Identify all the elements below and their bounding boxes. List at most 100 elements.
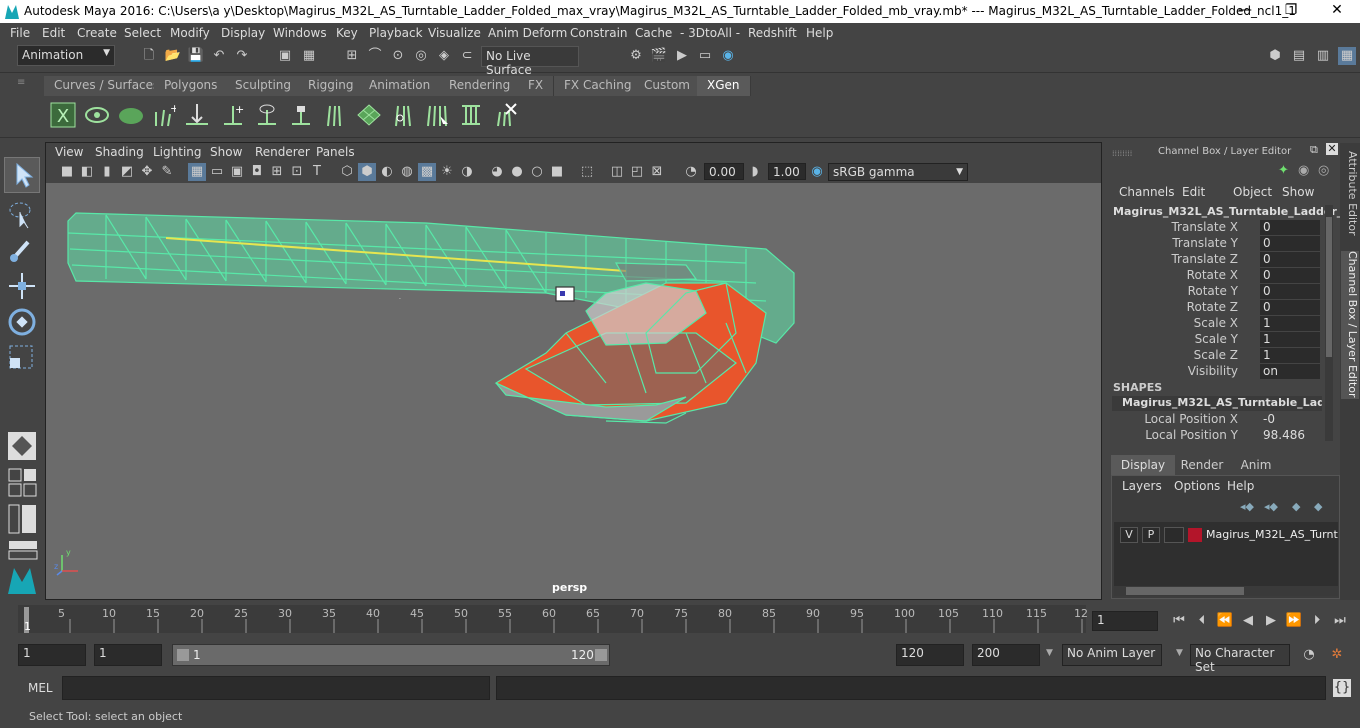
textured-icon[interactable]: ▩ [418, 163, 436, 181]
scale-tool-icon[interactable] [6, 342, 38, 374]
maximize-button[interactable]: ❐ [1268, 2, 1314, 18]
depth-of-field-icon[interactable]: ■ [548, 163, 566, 181]
render-frame-icon[interactable]: 🎬 [650, 47, 668, 65]
tab-sculpting[interactable]: Sculpting [225, 76, 303, 96]
auto-key-icon[interactable]: ◔ [1300, 646, 1318, 664]
image-plane-icon[interactable]: ◩ [118, 163, 136, 181]
move-tool-icon[interactable] [6, 270, 38, 302]
snap-view-icon[interactable]: ◎ [412, 47, 430, 65]
menu-cache[interactable]: Cache [635, 26, 672, 40]
2d-pan-icon[interactable]: ✥ [138, 163, 156, 181]
ladder-truck-model[interactable]: · [46, 183, 1101, 599]
scene-end-field[interactable]: 200 [972, 644, 1040, 666]
xray-icon[interactable]: ◍ [398, 163, 416, 181]
hypershade-icon[interactable]: ◉ [719, 47, 737, 65]
new-layer-icon[interactable]: ◆ [1292, 500, 1300, 513]
range-start-handle[interactable] [177, 649, 189, 661]
xgen-cut-icon[interactable] [390, 102, 416, 128]
xgen-guide-visibility-icon[interactable] [254, 102, 280, 128]
workspace-icon[interactable]: ⬢ [1266, 47, 1284, 65]
attr-scale-z[interactable]: Scale Z1 [1108, 348, 1322, 364]
screen-space-ao-icon[interactable]: ◕ [488, 163, 506, 181]
layer-tab-anim[interactable]: Anim [1229, 455, 1283, 475]
open-scene-icon[interactable]: 📂 [164, 47, 182, 65]
playback-end-field[interactable]: 120 [896, 644, 964, 666]
xgen-preview-icon[interactable] [84, 102, 110, 128]
menu-edit[interactable]: Edit [42, 26, 65, 40]
shelf-menu-icon[interactable]: ≡ [17, 77, 27, 95]
xgen-add-guide-icon[interactable]: + [150, 102, 176, 128]
tab-animation[interactable]: Animation [359, 76, 442, 96]
cb-menu-channels[interactable]: Channels [1119, 185, 1175, 199]
step-back-key-icon[interactable]: ⏪ [1216, 612, 1234, 630]
attr-rotate-x[interactable]: Rotate X0 [1108, 268, 1322, 284]
minimize-button[interactable]: — [1222, 2, 1268, 18]
layer-menu-layers[interactable]: Layers [1122, 479, 1162, 493]
close-button[interactable]: ✕ [1314, 2, 1360, 18]
xgen-clear-icon[interactable] [118, 102, 144, 128]
layer-hscrollbar[interactable] [1114, 586, 1338, 596]
manip-icon[interactable]: ✦ [1278, 163, 1289, 178]
camera-icon[interactable]: ■ [58, 163, 76, 181]
playback-start-field[interactable]: 1 [94, 644, 162, 666]
xgen-bake-guide-icon[interactable] [458, 102, 484, 128]
layer-playback-toggle[interactable]: P [1142, 527, 1160, 543]
gate-mask-icon[interactable]: ◘ [248, 163, 266, 181]
toggle-tool-settings-icon[interactable]: ▥ [1314, 47, 1332, 65]
xgen-editor-icon[interactable]: X [50, 102, 76, 128]
snap-point-icon[interactable]: ⊙ [389, 47, 407, 65]
menu-constrain[interactable]: Constrain [570, 26, 628, 40]
attr-scale-y[interactable]: Scale Y1 [1108, 332, 1322, 348]
smooth-shade-icon[interactable]: ⬢ [358, 163, 376, 181]
menu-create[interactable]: Create [77, 26, 117, 40]
chevron-down-icon[interactable]: ▼ [1046, 648, 1053, 658]
gamma-field[interactable]: 1.00 [768, 163, 806, 180]
current-frame-field[interactable]: 1 [1092, 611, 1158, 631]
attribute-editor-tab[interactable]: Attribute Editor [1341, 151, 1359, 241]
cb-settings-icon[interactable]: ◉ [1298, 163, 1309, 178]
menu-set-dropdown[interactable]: Animation ▼ [17, 45, 115, 66]
film-gate-icon[interactable]: ▭ [208, 163, 226, 181]
gamma-icon[interactable]: ◗ [746, 163, 764, 181]
layer-row[interactable]: V P Magirus_M32L_AS_Turnt [1118, 526, 1338, 544]
attr-translate-z[interactable]: Translate Z0 [1108, 252, 1322, 268]
xgen-groom-icon[interactable] [322, 102, 348, 128]
tab-rendering[interactable]: Rendering [439, 76, 522, 96]
select-tool-icon[interactable] [4, 157, 40, 193]
command-input[interactable] [62, 676, 490, 700]
layer-display-type[interactable] [1164, 527, 1184, 543]
menu-key[interactable]: Key [336, 26, 358, 40]
play-backwards-icon[interactable]: ◀ [1239, 612, 1257, 630]
cb-menu-edit[interactable]: Edit [1182, 185, 1205, 199]
cb-scrollbar[interactable] [1325, 205, 1333, 441]
xgen-delete-guide-icon[interactable] [492, 102, 518, 128]
snap-surface-icon[interactable]: ◈ [435, 47, 453, 65]
step-forward-frame-icon[interactable]: ⏵ [1308, 612, 1326, 630]
time-ruler[interactable]: 5 10 15 20 25 30 35 40 45 50 55 60 65 70… [18, 605, 1088, 633]
float-panel-icon[interactable]: ⧉ [1310, 143, 1318, 157]
vp-menu-shading[interactable]: Shading [95, 145, 144, 159]
layer-name[interactable]: Magirus_M32L_AS_Turnt [1206, 528, 1338, 541]
single-perspective-layout-icon[interactable] [6, 430, 38, 462]
undo-icon[interactable]: ↶ [210, 47, 228, 65]
menu-redshift[interactable]: Redshift [748, 26, 797, 40]
anti-aliasing-icon[interactable]: ○ [528, 163, 546, 181]
channel-box-tab[interactable]: Channel Box / Layer Editor [1341, 251, 1359, 399]
snap-grid-icon[interactable]: ⊞ [343, 47, 361, 65]
vp-menu-renderer[interactable]: Renderer [255, 145, 310, 159]
grease-pencil-icon[interactable]: ✎ [158, 163, 176, 181]
bookmark-icon[interactable]: ▮ [98, 163, 116, 181]
use-all-lights-icon[interactable]: ☀ [438, 163, 456, 181]
step-back-frame-icon[interactable]: ⏴ [1193, 612, 1211, 630]
tab-custom[interactable]: Custom [634, 76, 701, 96]
chevron-down-icon[interactable]: ▼ [1176, 648, 1183, 658]
vp-menu-show[interactable]: Show [210, 145, 242, 159]
outliner-layout-icon[interactable] [8, 504, 38, 534]
script-editor-icon[interactable]: {} [1333, 679, 1351, 697]
attr-rotate-y[interactable]: Rotate Y0 [1108, 284, 1322, 300]
graph-layout-icon[interactable] [8, 540, 38, 560]
go-to-start-icon[interactable]: ⏮ [1170, 612, 1188, 630]
xray-joints-icon[interactable]: ◫ [608, 163, 626, 181]
move-layer-down-icon[interactable]: ◂◆ [1264, 500, 1278, 513]
wireframe-on-shaded-icon[interactable]: ◐ [378, 163, 396, 181]
